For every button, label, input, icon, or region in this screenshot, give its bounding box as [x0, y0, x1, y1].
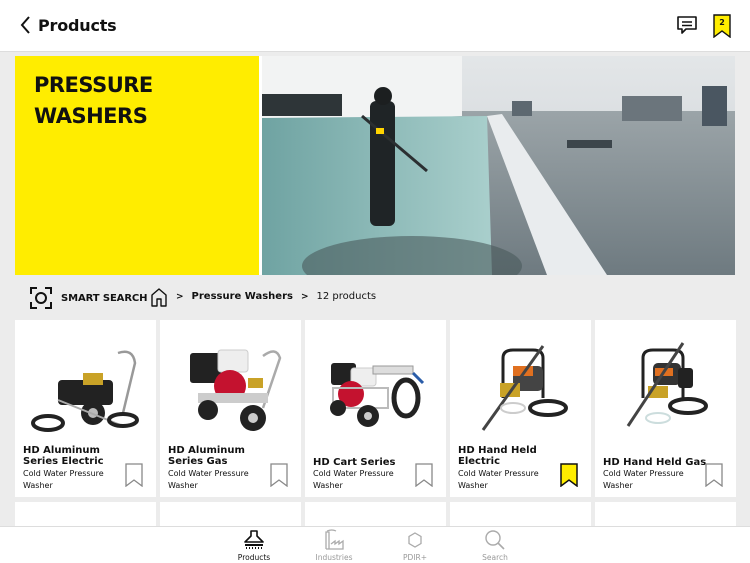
product-name: HD Hand Held Gas	[603, 457, 707, 468]
smart-search-button[interactable]: SMART SEARCH	[30, 287, 148, 309]
products-icon	[244, 530, 264, 549]
tab-products[interactable]: Products	[224, 529, 284, 562]
smart-search-scan-icon	[30, 287, 52, 309]
breadcrumb-bar: SMART SEARCH > Pressure Washers > 12 pro…	[0, 280, 750, 316]
bookmark-icon[interactable]	[415, 463, 433, 487]
tab-bar: Products Industries PDIR+ Search	[0, 526, 750, 563]
product-subtitle: Cold Water Pressure Washer	[23, 469, 104, 490]
bookmark-icon[interactable]	[270, 463, 288, 487]
product-card[interactable]: HD Hand Held Electric Cold Water Pressur…	[450, 320, 591, 497]
hero-title-panel: PRESSURE WASHERS	[15, 56, 259, 275]
tab-label: Products	[237, 553, 271, 562]
factory-icon	[325, 529, 344, 550]
tab-label: PDIR+	[402, 553, 427, 562]
product-name: HD Hand Held Electric	[458, 445, 537, 467]
breadcrumb-separator: >	[176, 291, 184, 302]
product-subtitle: Cold Water Pressure Washer	[168, 469, 249, 490]
breadcrumb-separator: >	[300, 291, 309, 302]
product-image	[626, 342, 708, 427]
tab-label: Search	[482, 553, 508, 562]
product-name: HD Aluminum Series Gas	[168, 445, 245, 467]
chevron-left-icon	[20, 16, 30, 34]
bookmark-icon[interactable]	[125, 463, 143, 487]
tab-pdir[interactable]: PDIR+	[385, 529, 445, 562]
product-subtitle: Cold Water Pressure Washer	[313, 469, 394, 490]
product-subtitle: Cold Water Pressure Washer	[458, 469, 539, 490]
page-title: Products	[38, 15, 117, 35]
product-subtitle: Cold Water Pressure Washer	[603, 469, 684, 490]
back-button[interactable]: Products	[18, 14, 117, 36]
hero-banner: PRESSURE WASHERS	[15, 56, 735, 275]
bookmark-icon[interactable]	[705, 463, 723, 487]
hero-photo-illustration	[262, 56, 735, 275]
top-bar: Products 2	[0, 0, 750, 52]
product-card[interactable]: HD Aluminum Series Electric Cold Water P…	[15, 320, 156, 497]
product-card[interactable]: HD Hand Held Gas Cold Water Pressure Was…	[595, 320, 736, 497]
tab-search[interactable]: Search	[465, 529, 525, 562]
home-icon[interactable]	[150, 287, 168, 307]
hero-title: PRESSURE WASHERS	[34, 73, 153, 128]
bookmarks-button[interactable]: 2	[713, 14, 731, 39]
tab-label: Industries	[315, 553, 353, 562]
product-image	[31, 350, 139, 432]
product-card[interactable]: HD Aluminum Series Gas Cold Water Pressu…	[160, 320, 301, 497]
product-name: HD Cart Series	[313, 457, 396, 468]
product-image	[481, 345, 568, 431]
search-icon	[485, 530, 505, 550]
breadcrumb-category-link[interactable]: Pressure Washers	[192, 291, 293, 302]
hexagon-icon	[408, 532, 422, 548]
breadcrumb: > Pressure Washers > 12 products	[176, 291, 376, 302]
product-card[interactable]: HD Cart Series Cold Water Pressure Washe…	[305, 320, 446, 497]
tab-industries[interactable]: Industries	[304, 529, 364, 562]
product-name: HD Aluminum Series Electric	[23, 445, 104, 467]
product-count: 12 products	[316, 291, 377, 302]
message-icon[interactable]	[676, 15, 698, 35]
bookmark-icon-active[interactable]	[560, 463, 578, 487]
bookmark-count-badge: 2	[719, 18, 725, 27]
smart-search-label: SMART SEARCH	[61, 292, 148, 304]
product-image	[330, 363, 425, 427]
product-image	[190, 349, 282, 431]
hero-image	[262, 56, 735, 275]
